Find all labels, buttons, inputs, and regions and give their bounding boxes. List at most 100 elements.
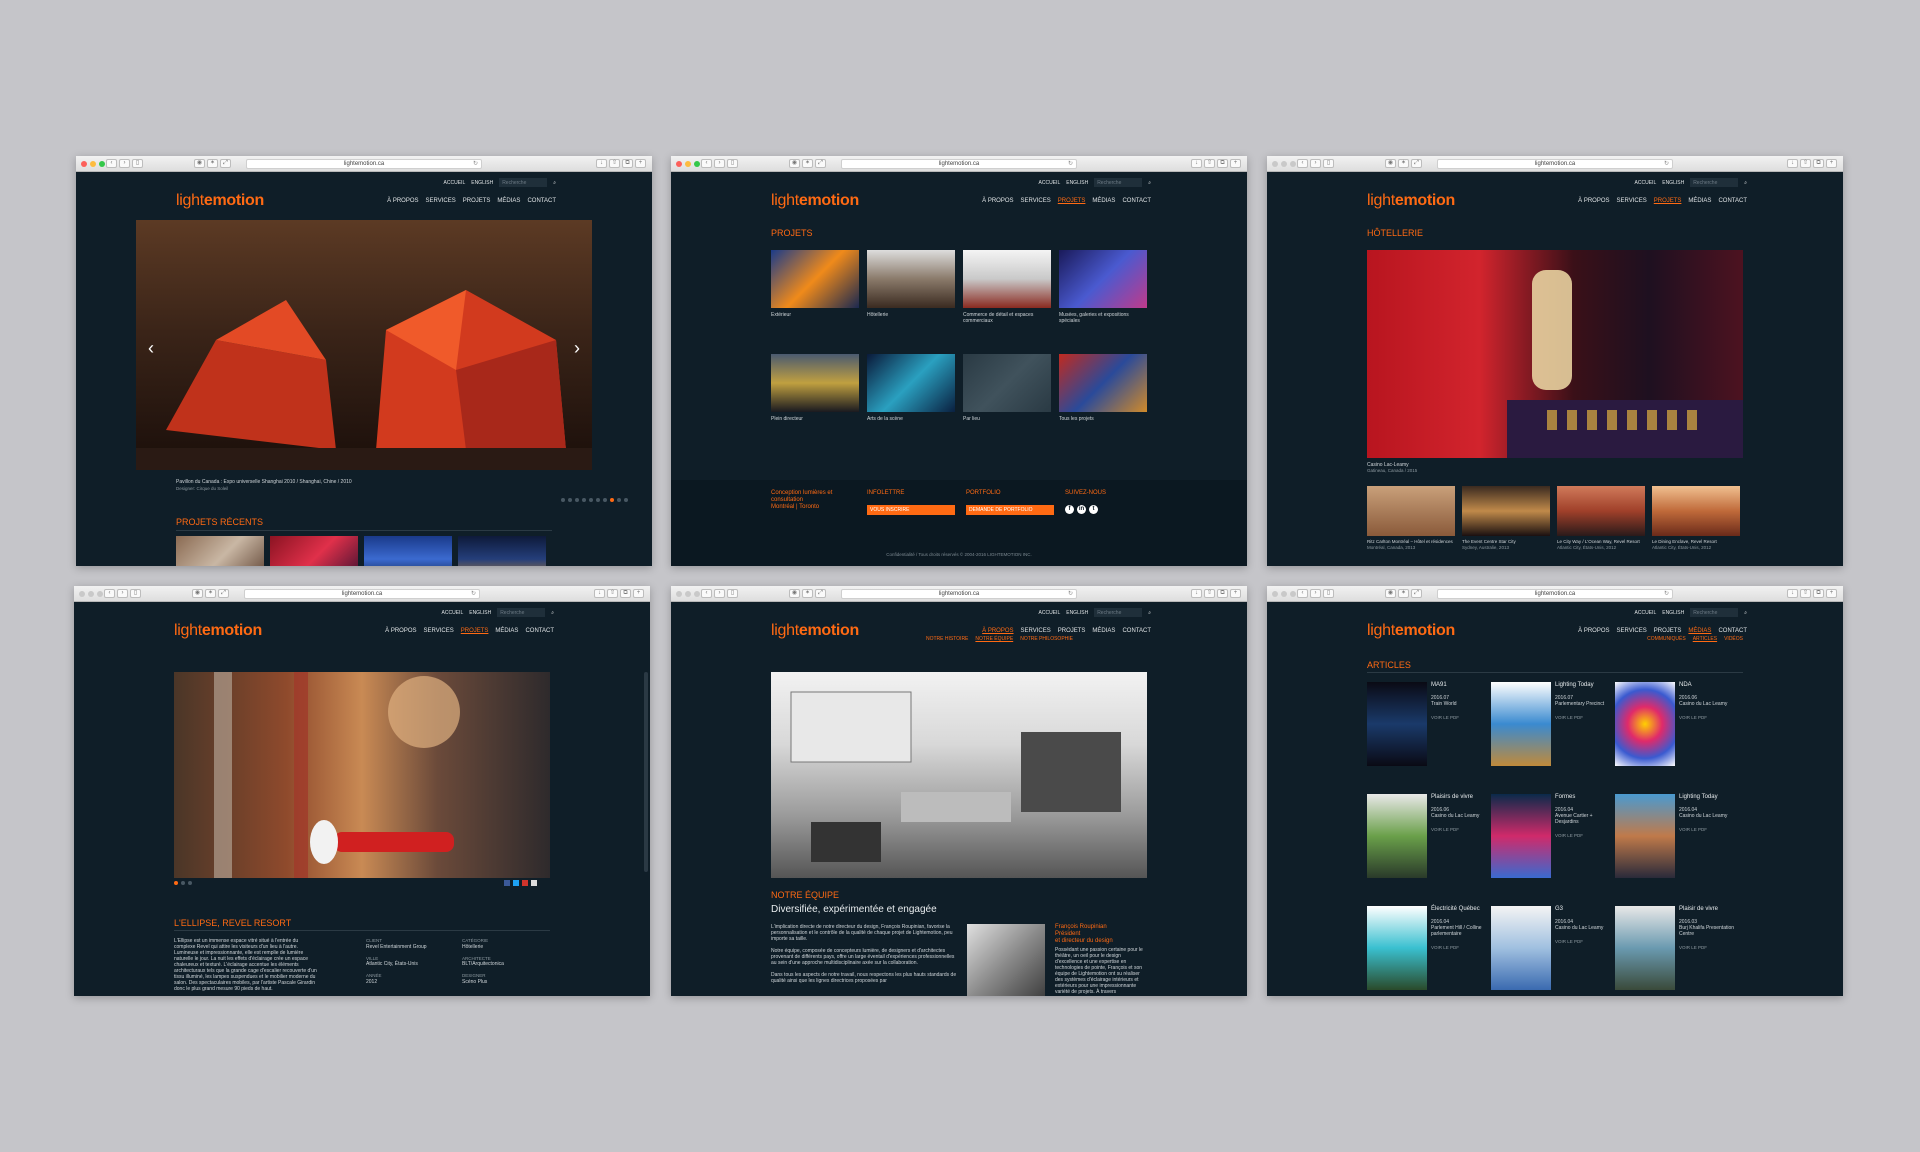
project-thumbnail[interactable] xyxy=(458,536,546,566)
view-pdf-link[interactable]: VOIR LE PDF xyxy=(1555,715,1604,720)
category-card[interactable]: Hôtellerie xyxy=(867,250,955,354)
back-icon[interactable]: ‹ xyxy=(701,159,712,168)
accueil-link[interactable]: ACCUEIL xyxy=(1039,180,1061,186)
facebook-icon[interactable] xyxy=(504,880,510,886)
slider-dot[interactable] xyxy=(582,498,586,502)
close-icon[interactable] xyxy=(79,591,85,597)
reload-icon[interactable]: ↻ xyxy=(1068,590,1073,598)
view-pdf-link[interactable]: VOIR LE PDF xyxy=(1431,827,1479,832)
nav-services[interactable]: SERVICES xyxy=(1617,628,1647,634)
article-item[interactable]: Lighting Today 2016.07 Parlementary Precin… xyxy=(1491,682,1615,768)
accueil-link[interactable]: ACCUEIL xyxy=(444,180,466,186)
download-icon[interactable]: ↓ xyxy=(1787,589,1798,598)
nav-contact[interactable]: CONTACT xyxy=(527,198,556,204)
zoom-icon[interactable] xyxy=(1290,161,1296,167)
slider-dot-active[interactable] xyxy=(174,881,178,885)
sidebar-icon[interactable]: ▯ xyxy=(1323,589,1334,598)
english-link[interactable]: ENGLISH xyxy=(1066,180,1088,186)
view-pdf-link[interactable]: VOIR LE PDF xyxy=(1555,939,1603,944)
newsletter-button[interactable]: VOUS INSCRIRE xyxy=(867,505,955,515)
slider-dot[interactable] xyxy=(181,881,185,885)
minimize-icon[interactable] xyxy=(685,591,691,597)
search-input[interactable]: Recherche xyxy=(1094,178,1143,187)
article-item[interactable]: Électricité Québec 2016.04 Parlement Hill … xyxy=(1367,906,1491,992)
share-icon[interactable]: ⇧ xyxy=(1800,589,1811,598)
download-icon[interactable]: ↓ xyxy=(596,159,607,168)
pin-icon[interactable]: ✶ xyxy=(802,159,813,168)
subnav-histoire[interactable]: NOTRE HISTOIRE xyxy=(926,636,968,642)
reload-icon[interactable]: ↻ xyxy=(1664,590,1669,598)
nav-services[interactable]: SERVICES xyxy=(424,628,454,634)
english-link[interactable]: ENGLISH xyxy=(1662,180,1684,186)
sidebar-icon[interactable]: ▯ xyxy=(727,159,738,168)
view-pdf-link[interactable]: VOIR LE PDF xyxy=(1555,833,1615,838)
nav-apropos[interactable]: À PROPOS xyxy=(982,628,1013,634)
slider-dot[interactable] xyxy=(589,498,593,502)
category-card[interactable]: Commerce de détail et espaces commerciau… xyxy=(963,250,1051,354)
nav-services[interactable]: SERVICES xyxy=(1617,198,1647,204)
tabs-icon[interactable]: ⧉ xyxy=(620,589,631,598)
site-logo[interactable]: lightemotion xyxy=(1367,622,1455,640)
nav-apropos[interactable]: À PROPOS xyxy=(385,628,416,634)
new-tab-icon[interactable]: + xyxy=(1230,159,1241,168)
slider-dot[interactable] xyxy=(568,498,572,502)
search-icon[interactable]: ⌕ xyxy=(551,610,554,616)
share-icon[interactable]: ⇧ xyxy=(607,589,618,598)
share-icon[interactable]: ⇧ xyxy=(609,159,620,168)
view-pdf-link[interactable]: VOIR LE PDF xyxy=(1679,827,1727,832)
nav-services[interactable]: SERVICES xyxy=(426,198,456,204)
related-project[interactable]: Le City Way / L'Ocean Way, Revel Resort A… xyxy=(1557,486,1645,550)
site-logo[interactable]: lightemotion xyxy=(771,622,859,640)
nav-projets[interactable]: PROJETS xyxy=(1654,198,1682,204)
accueil-link[interactable]: ACCUEIL xyxy=(442,610,464,616)
expand-icon[interactable]: ⤢ xyxy=(1411,589,1422,598)
nav-projets[interactable]: PROJETS xyxy=(1654,628,1682,634)
reload-icon[interactable]: ↻ xyxy=(471,590,476,598)
slider-dot[interactable] xyxy=(188,881,192,885)
site-logo[interactable]: lightemotion xyxy=(176,192,264,210)
close-icon[interactable] xyxy=(676,591,682,597)
related-project[interactable]: Le Dining Enclave, Revel Resort Atlantic … xyxy=(1652,486,1740,550)
back-icon[interactable]: ‹ xyxy=(106,159,117,168)
address-bar[interactable]: lightemotion.ca ↻ xyxy=(246,159,482,169)
minimize-icon[interactable] xyxy=(1281,161,1287,167)
new-tab-icon[interactable]: + xyxy=(635,159,646,168)
english-link[interactable]: ENGLISH xyxy=(1662,610,1684,616)
category-card[interactable]: Musées, galeries et expositions spéciale… xyxy=(1059,250,1147,354)
article-item[interactable]: NDA 2016.06 Casino du Lac Leamy VOIR LE PDF xyxy=(1615,682,1739,768)
slider-next-icon[interactable]: › xyxy=(574,338,580,359)
subnav-equipe[interactable]: NOTRE ÉQUIPE xyxy=(975,636,1013,642)
tabs-icon[interactable]: ⧉ xyxy=(622,159,633,168)
search-input[interactable]: Recherche xyxy=(1690,608,1739,617)
new-tab-icon[interactable]: + xyxy=(633,589,644,598)
search-icon[interactable]: ⌕ xyxy=(553,180,556,186)
address-bar[interactable]: lightemotion.ca ↻ xyxy=(1437,589,1673,599)
slider-dot[interactable] xyxy=(624,498,628,502)
search-input[interactable]: Recherche xyxy=(1690,178,1739,187)
nav-contact[interactable]: CONTACT xyxy=(1122,628,1151,634)
nav-contact[interactable]: CONTACT xyxy=(1718,198,1747,204)
extension-icon[interactable]: ◉ xyxy=(1385,589,1396,598)
site-logo[interactable]: lightemotion xyxy=(174,622,262,640)
reload-icon[interactable]: ↻ xyxy=(473,160,478,168)
extension-icon[interactable]: ◉ xyxy=(194,159,205,168)
nav-apropos[interactable]: À PROPOS xyxy=(1578,198,1609,204)
pin-icon[interactable]: ✶ xyxy=(802,589,813,598)
download-icon[interactable]: ↓ xyxy=(594,589,605,598)
search-icon[interactable]: ⌕ xyxy=(1744,610,1747,616)
article-item[interactable]: Lighting Today 2016.04 Casino du Lac Leamy… xyxy=(1615,794,1739,880)
english-link[interactable]: ENGLISH xyxy=(469,610,491,616)
back-icon[interactable]: ‹ xyxy=(1297,589,1308,598)
minimize-icon[interactable] xyxy=(88,591,94,597)
slider-dot[interactable] xyxy=(596,498,600,502)
tabs-icon[interactable]: ⧉ xyxy=(1813,589,1824,598)
related-project[interactable]: Ritz Carlton Montréal – Hôtel et résiden… xyxy=(1367,486,1455,550)
forward-icon[interactable]: › xyxy=(714,159,725,168)
download-icon[interactable]: ↓ xyxy=(1787,159,1798,168)
nav-contact[interactable]: CONTACT xyxy=(525,628,554,634)
site-logo[interactable]: lightemotion xyxy=(1367,192,1455,210)
zoom-icon[interactable] xyxy=(1290,591,1296,597)
download-icon[interactable]: ↓ xyxy=(1191,159,1202,168)
nav-contact[interactable]: CONTACT xyxy=(1718,628,1747,634)
category-card[interactable]: Par lieu xyxy=(963,354,1051,458)
